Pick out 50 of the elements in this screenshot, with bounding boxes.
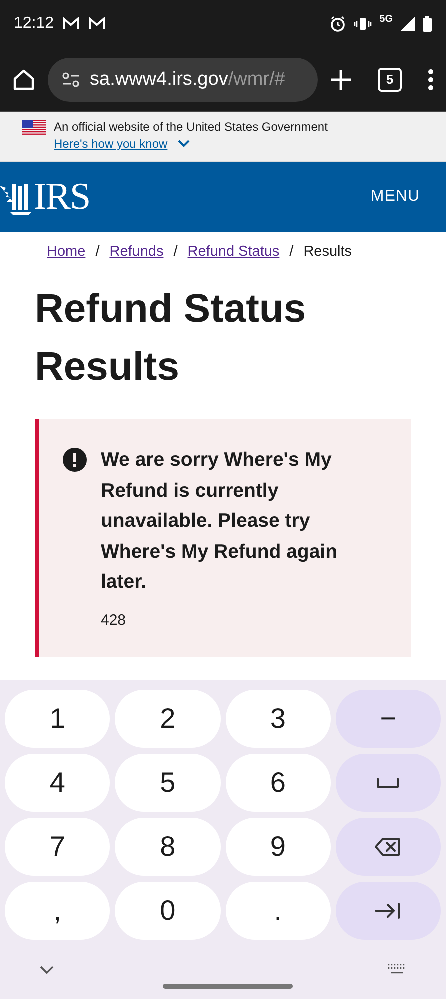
breadcrumb-separator: / bbox=[290, 244, 294, 260]
mail-icon bbox=[88, 17, 106, 31]
backspace-icon bbox=[375, 837, 402, 857]
tab-switcher[interactable]: 5 bbox=[378, 68, 402, 92]
irs-logo-text: IRS bbox=[34, 175, 90, 219]
network-label: 5G bbox=[380, 14, 393, 25]
address-bar[interactable]: sa.www4.irs.gov/wmr/# bbox=[48, 58, 318, 102]
breadcrumb-link[interactable]: Refund Status bbox=[188, 244, 280, 260]
how-you-know-link[interactable]: Here's how you know bbox=[54, 137, 328, 151]
keyboard-key[interactable]: 8 bbox=[115, 818, 220, 876]
alarm-icon bbox=[330, 16, 346, 32]
breadcrumb-link[interactable]: Home bbox=[47, 244, 86, 260]
alert-icon bbox=[63, 448, 87, 472]
keyboard-key[interactable]: , bbox=[5, 882, 110, 940]
current-page-label: Results bbox=[304, 244, 352, 260]
tab-arrow-icon bbox=[375, 902, 402, 920]
home-icon[interactable] bbox=[12, 68, 36, 92]
keyboard-key[interactable]: − bbox=[336, 690, 441, 748]
signal-icon bbox=[401, 17, 415, 31]
space-icon bbox=[377, 778, 400, 788]
breadcrumb-separator: / bbox=[174, 244, 178, 260]
error-code: 428 bbox=[101, 612, 128, 628]
collapse-keyboard-icon[interactable] bbox=[40, 966, 54, 974]
breadcrumb-separator: / bbox=[96, 244, 100, 260]
site-settings-icon bbox=[62, 72, 80, 88]
more-icon[interactable] bbox=[428, 68, 434, 90]
vibrate-icon bbox=[354, 17, 372, 31]
chevron-icon bbox=[178, 140, 190, 148]
keyboard-icon[interactable] bbox=[388, 964, 406, 976]
breadcrumb-link[interactable]: Refunds bbox=[110, 244, 164, 260]
url-text: sa.www4.irs.gov/wmr/# bbox=[90, 68, 286, 90]
keyboard-key[interactable]: 0 bbox=[115, 882, 220, 940]
keyboard-key[interactable]: 3 bbox=[226, 690, 331, 748]
page-title: Refund Status Results bbox=[35, 286, 308, 391]
menu-button[interactable]: MENU bbox=[364, 187, 426, 207]
keyboard-key[interactable]: 2 bbox=[115, 690, 220, 748]
keyboard-key[interactable]: 9 bbox=[226, 818, 331, 876]
new-tab-icon[interactable] bbox=[330, 68, 352, 90]
keyboard-key[interactable]: . bbox=[226, 882, 331, 940]
clock: 12:12 bbox=[14, 15, 54, 33]
alert-message: We are sorry Where's My Refund is currently unavailable. Please try Where's My Refund again later. bbox=[101, 448, 339, 595]
keyboard-key[interactable]: 5 bbox=[115, 754, 220, 812]
keyboard-key[interactable]: 4 bbox=[5, 754, 110, 812]
flag-icon bbox=[22, 120, 46, 136]
battery-icon bbox=[423, 16, 432, 32]
mail-icon bbox=[62, 17, 80, 31]
keyboard-key[interactable]: 1 bbox=[5, 690, 110, 748]
keyboard-key[interactable]: 6 bbox=[226, 754, 331, 812]
banner-text: An official website of the United States Government bbox=[54, 120, 328, 134]
keyboard-key[interactable]: 7 bbox=[5, 818, 110, 876]
